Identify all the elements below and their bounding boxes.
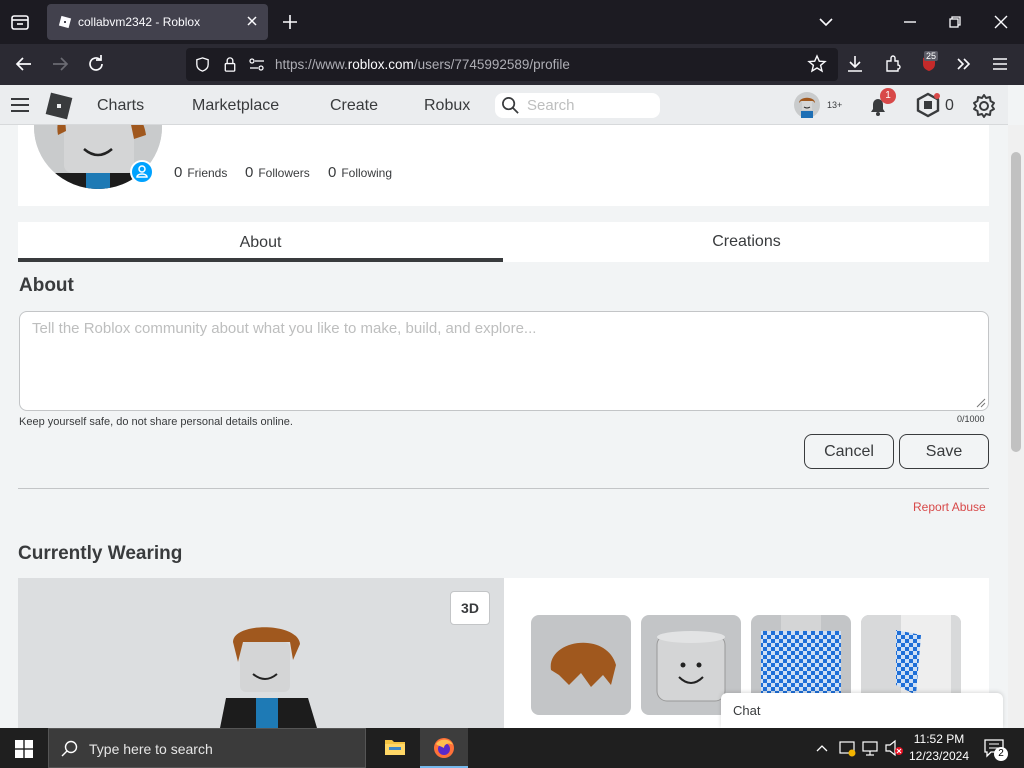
chat-bar[interactable]: Chat bbox=[721, 693, 1003, 728]
chat-label: Chat bbox=[733, 703, 761, 718]
roblox-favicon bbox=[58, 15, 72, 29]
hair-item-icon bbox=[550, 642, 616, 687]
about-placeholder: Tell the Roblox community about what you… bbox=[32, 320, 537, 337]
nav-robux[interactable]: Robux bbox=[424, 97, 470, 115]
action-center-badge: 2 bbox=[994, 747, 1008, 761]
extensions-icon[interactable] bbox=[881, 52, 905, 76]
close-tab-icon[interactable] bbox=[244, 13, 260, 29]
taskbar-clock[interactable]: 11:52 PM 12/23/2024 bbox=[906, 731, 972, 765]
section-divider bbox=[18, 488, 989, 489]
currently-wearing-heading: Currently Wearing bbox=[18, 543, 183, 564]
tab-creations[interactable]: Creations bbox=[504, 222, 989, 262]
toggle-3d-button[interactable]: 3D bbox=[450, 591, 490, 625]
notifications-badge: 1 bbox=[880, 88, 896, 104]
age-label: 13+ bbox=[827, 100, 843, 110]
nav-marketplace[interactable]: Marketplace bbox=[192, 97, 279, 115]
more-tools-icon[interactable] bbox=[952, 52, 976, 76]
followers-stat[interactable]: 0 Followers bbox=[245, 164, 310, 181]
back-icon[interactable] bbox=[12, 52, 36, 76]
search-input[interactable]: Search bbox=[495, 93, 660, 118]
file-explorer-app[interactable] bbox=[371, 728, 419, 768]
clock-time: 11:52 PM bbox=[913, 732, 965, 746]
minimize-icon[interactable] bbox=[898, 10, 922, 34]
friends-stat[interactable]: 0 Friends bbox=[174, 164, 227, 181]
tab-overflow-chevron-icon[interactable] bbox=[814, 10, 838, 34]
save-button[interactable]: Save bbox=[899, 434, 989, 469]
forward-icon[interactable] bbox=[48, 52, 72, 76]
profile-header-card: 0 Friends 0 Followers 0 Following bbox=[18, 125, 989, 206]
user-avatar-icon[interactable] bbox=[794, 92, 820, 118]
char-count: 0/1000 bbox=[957, 414, 985, 424]
tray-security-icon[interactable] bbox=[838, 739, 856, 757]
folder-icon bbox=[385, 740, 405, 755]
following-stat[interactable]: 0 Following bbox=[328, 164, 392, 181]
wearing-item-hair[interactable] bbox=[531, 615, 631, 715]
taskbar-search-icon bbox=[61, 740, 78, 757]
firefox-app[interactable] bbox=[420, 728, 468, 768]
profile-tabs: About Creations bbox=[18, 222, 989, 262]
avatar-full-body-icon bbox=[220, 627, 317, 728]
tab-title: collabvm2342 - Roblox bbox=[78, 15, 201, 29]
clock-date: 12/23/2024 bbox=[908, 749, 970, 763]
scrollbar-thumb[interactable] bbox=[1011, 152, 1021, 452]
windows-taskbar: Type here to search 11:52 PM 12/23/2024 … bbox=[0, 728, 1024, 768]
taskbar-search-input[interactable]: Type here to search bbox=[48, 728, 366, 768]
hamburger-icon[interactable] bbox=[10, 96, 30, 114]
settings-gear-icon[interactable] bbox=[971, 93, 997, 119]
tracking-shield-icon[interactable] bbox=[194, 56, 211, 73]
search-placeholder: Search bbox=[527, 97, 575, 114]
firefox-icon bbox=[434, 738, 454, 758]
page-scrollbar[interactable] bbox=[1008, 125, 1024, 728]
nav-create[interactable]: Create bbox=[330, 97, 378, 115]
taskbar-search-placeholder: Type here to search bbox=[89, 741, 213, 757]
close-window-icon[interactable] bbox=[989, 10, 1013, 34]
profile-page: 0 Friends 0 Followers 0 Following About Cre… bbox=[0, 125, 1008, 728]
extension-badge: 25 bbox=[924, 51, 939, 61]
downloads-icon[interactable] bbox=[843, 52, 867, 76]
about-textarea[interactable]: Tell the Roblox community about what you… bbox=[19, 311, 989, 411]
tab-list-icon[interactable] bbox=[8, 10, 32, 34]
cancel-button[interactable]: Cancel bbox=[804, 434, 894, 469]
new-tab-icon[interactable] bbox=[280, 12, 300, 32]
address-bar[interactable]: https://www.roblox.com/users/7745992589/… bbox=[186, 48, 838, 81]
volume-muted-icon[interactable] bbox=[884, 739, 904, 757]
browser-tab-bar: collabvm2342 - Roblox bbox=[0, 0, 1024, 44]
nav-charts[interactable]: Charts bbox=[97, 97, 144, 115]
avatar-3d-viewer[interactable]: 3D bbox=[18, 578, 504, 728]
safety-note: Keep yourself safe, do not share persona… bbox=[19, 416, 293, 428]
bookmark-star-icon[interactable] bbox=[805, 52, 829, 76]
reload-icon[interactable] bbox=[84, 52, 108, 76]
menu-icon[interactable] bbox=[988, 52, 1012, 76]
about-heading: About bbox=[19, 275, 74, 296]
tab-about[interactable]: About bbox=[18, 222, 503, 262]
restore-icon[interactable] bbox=[943, 10, 967, 34]
resize-handle-icon[interactable] bbox=[974, 396, 986, 408]
network-icon[interactable] bbox=[861, 739, 879, 757]
browser-nav-bar: https://www.roblox.com/users/7745992589/… bbox=[0, 44, 1024, 85]
browser-tab[interactable]: collabvm2342 - Roblox bbox=[47, 4, 268, 40]
robux-icon[interactable] bbox=[915, 92, 941, 118]
robux-balance: 0 bbox=[945, 97, 954, 114]
lock-icon[interactable] bbox=[222, 56, 238, 73]
windows-start-icon[interactable] bbox=[15, 740, 33, 758]
presence-online-icon bbox=[130, 160, 154, 184]
roblox-logo-icon[interactable] bbox=[44, 91, 74, 121]
roblox-header: Charts Marketplace Create Robux Search 1… bbox=[0, 85, 1008, 125]
permissions-icon[interactable] bbox=[248, 57, 266, 72]
tray-chevron-up-icon[interactable] bbox=[815, 742, 829, 754]
search-icon bbox=[502, 97, 519, 114]
url-text: https://www.roblox.com/users/7745992589/… bbox=[275, 57, 570, 72]
report-abuse-link[interactable]: Report Abuse bbox=[913, 500, 986, 514]
